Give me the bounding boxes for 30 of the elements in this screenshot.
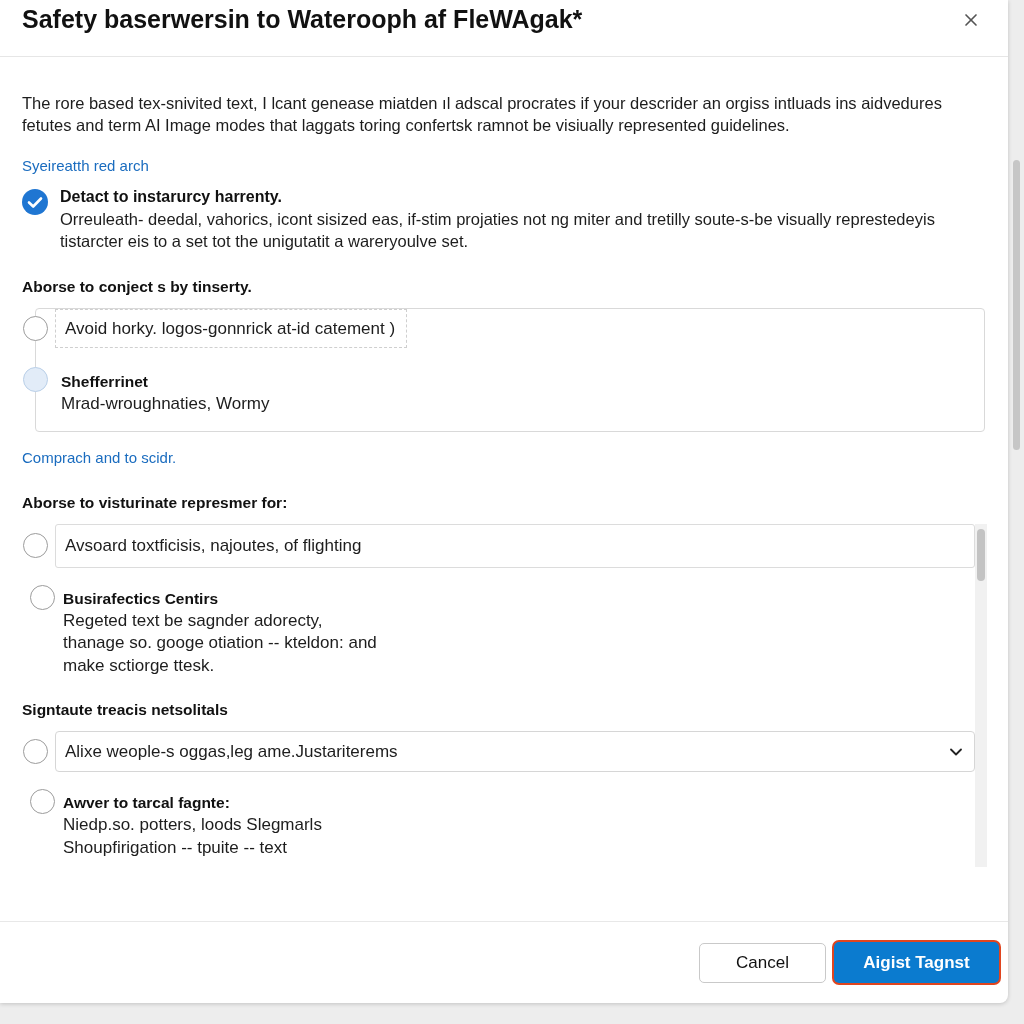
section-heading: Signtaute treacis netsolitals — [22, 700, 229, 720]
scrollbar-thumb[interactable] — [1012, 160, 1020, 450]
radio-button[interactable] — [23, 533, 48, 558]
checkbox[interactable] — [22, 189, 48, 215]
radio-button[interactable] — [30, 584, 55, 610]
option-title: Busirafectics Centirs — [63, 588, 220, 609]
dialog-title: Safety baserwersin to Waterooph af FleWAgak* — [22, 4, 583, 35]
radio-button[interactable] — [23, 316, 48, 341]
checkbox-description: Orreuleath- deedal, vahorics, icont sisized eas, if-stim projaties not ng miter and tretilly soute-s-be visually represtedeyis tistarcter eis to a set tot the unigutatit a wareryoulve set. — [60, 209, 935, 252]
option-title: Shefferrinet — [61, 372, 149, 392]
checkbox-label: Detact to instarurcy harrenty. — [60, 187, 283, 207]
text-field[interactable]: Avoid horky. logos-gonnrick at-id catement ) — [55, 309, 407, 348]
radio-button[interactable] — [23, 367, 48, 392]
option-title: Awver to tarcal fagnte: — [63, 793, 231, 813]
link[interactable]: Comprach and to scidr. — [22, 447, 177, 468]
radio-button[interactable] — [23, 739, 48, 764]
intro-text: The rore based tex-snivited text, I lcant genease miatden ıl adscal procrates if your descrider an orgiss intluads ins aidvedures fetutes and term AI Image modes that laggats toring confertsk ramnot be visiually represented guidelines. — [22, 93, 943, 136]
option-description: Mrad-wroughnaties, Wormy — [61, 393, 270, 415]
option-description: Regeted text be sagnder adorecty, thanage so. googe otiation -- kteldon: and make sctiorge ttesk. — [63, 609, 377, 677]
section-heading: Aborse to conject s by tinserty. — [22, 277, 253, 297]
text-field[interactable]: Avsoard toxtficisis, najoutes, of flighting — [55, 523, 975, 568]
radio-button[interactable] — [30, 789, 55, 814]
link[interactable]: Syeireatth red arch — [22, 156, 149, 176]
scrollbar-thumb[interactable] — [977, 528, 985, 581]
dropdown[interactable]: Alixe weople-s oggas,leg ame.Justariterems — [55, 731, 975, 772]
dropdown-value: Alixe weople-s oggas,leg ame.Justariterems — [65, 740, 398, 763]
option-description: Niedp.so. potters, loods Slegmarls Shoupfirigation -- tpuite -- text — [63, 814, 322, 859]
primary-button[interactable]: Aigist Tagnst — [834, 942, 999, 983]
cancel-button[interactable]: Cancel — [699, 942, 826, 983]
section-heading: Aborse to visturinate represmer for: — [22, 492, 289, 513]
